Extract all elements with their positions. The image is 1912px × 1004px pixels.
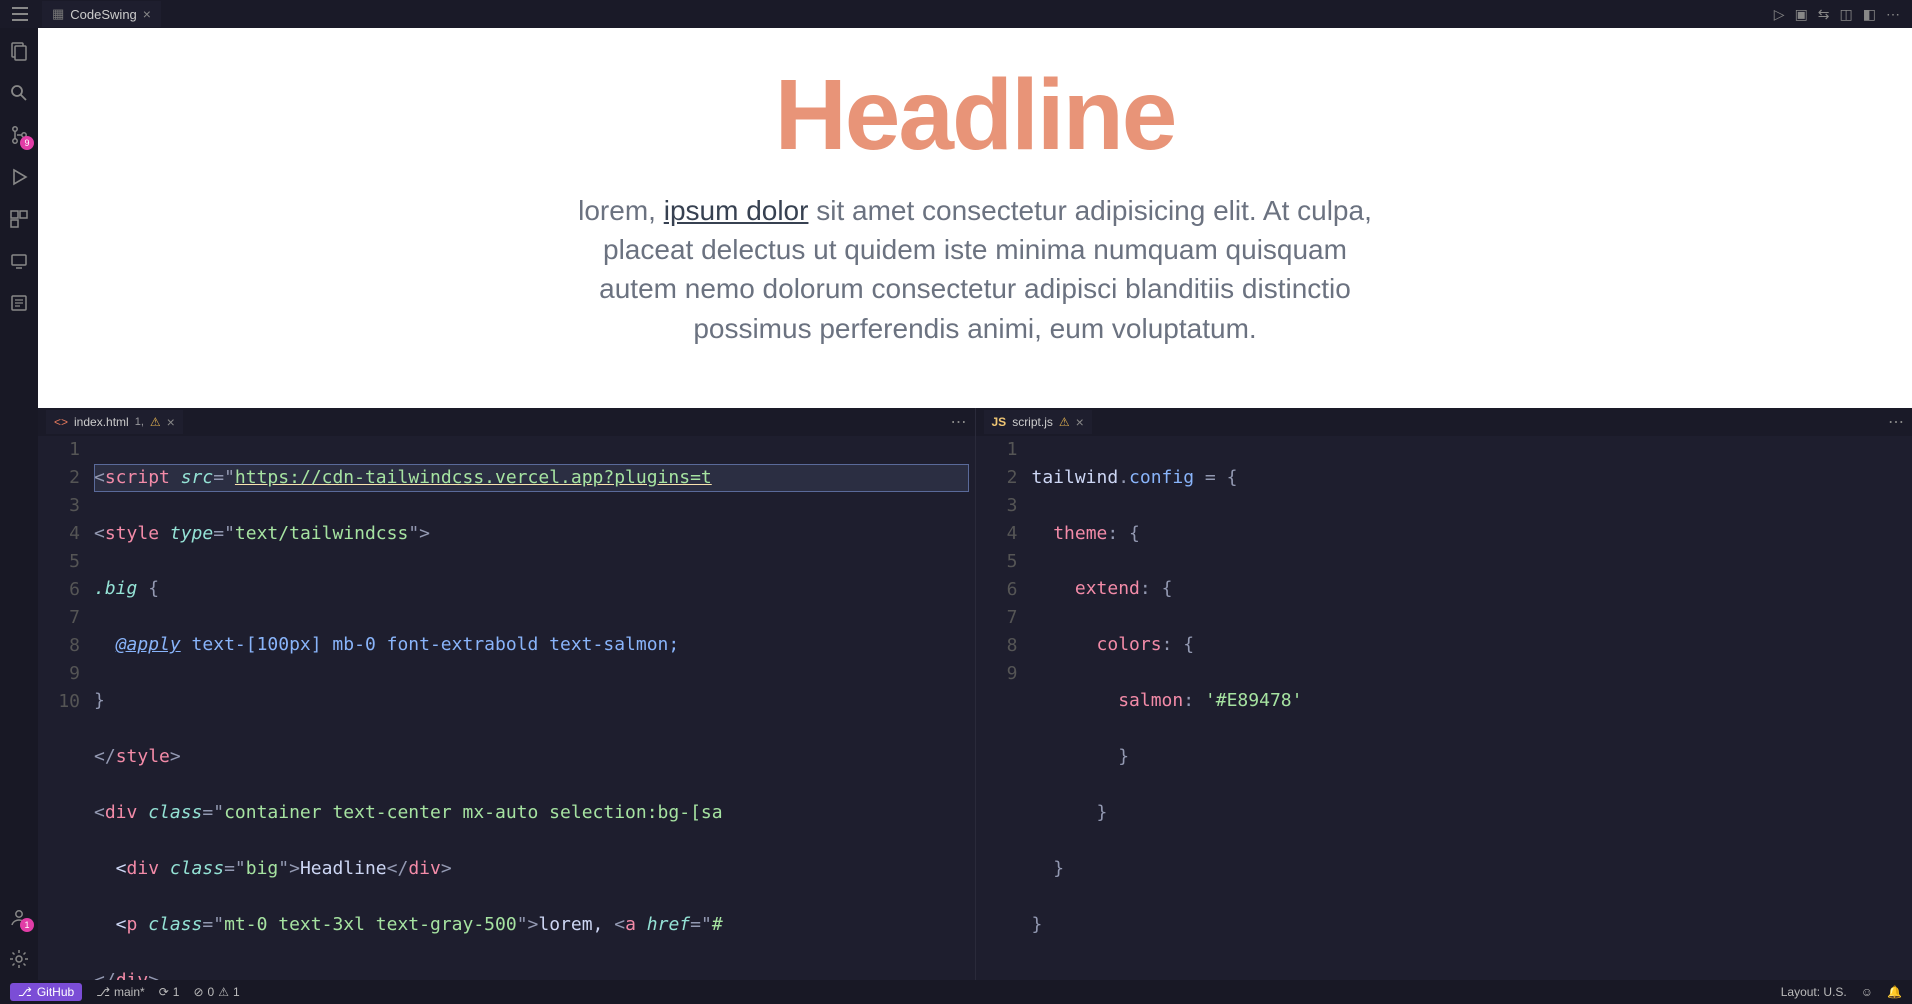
js-file-icon: JS [992,415,1007,429]
preview-link[interactable]: ipsum dolor [664,195,809,226]
status-bar: ⎇ GitHub ⎇ main* ⟳ 1 ⊘ 0 ⚠ 1 Layout: U.S… [0,980,1912,1004]
run-debug-icon[interactable] [8,166,30,188]
search-icon[interactable] [8,82,30,104]
tab-label: script.js [1012,415,1053,429]
gutter: 1 2 3 4 5 6 7 8 9 [976,436,1032,980]
panel-icon[interactable]: ▣ [1795,6,1808,23]
explorer-icon[interactable] [8,40,30,62]
close-icon[interactable]: × [1076,414,1084,430]
scm-badge: 9 [20,136,34,150]
branch-glyph-icon: ⎇ [18,985,32,999]
sync-status[interactable]: ⟳ 1 [159,985,180,999]
sync-count: 1 [173,985,180,999]
preview-paragraph: lorem, ipsum dolor sit amet consectetur … [565,191,1385,348]
tab-label: index.html [74,415,129,429]
layout-label: Layout: U.S. [1781,985,1847,999]
editor-right[interactable]: 1 2 3 4 5 6 7 8 9 tailwind.config = { th… [976,436,1912,980]
dirty-indicator-icon: ⚠ [1059,415,1070,429]
warning-icon: ⚠ [218,985,229,999]
tab-label: CodeSwing [70,7,137,22]
settings-gear-icon[interactable] [8,948,30,970]
accounts-icon[interactable]: 1 [8,906,30,928]
preview-pane: Headline lorem, ipsum dolor sit amet con… [38,28,1912,408]
github-label: GitHub [37,985,74,999]
error-icon: ⊘ [193,985,203,999]
editor-more-icon[interactable]: ⋯ [1888,412,1904,432]
bell-icon[interactable]: 🔔 [1887,985,1902,999]
run-icon[interactable]: ▷ [1774,6,1785,23]
library-icon[interactable]: ◫ [1840,6,1853,23]
extensions-icon[interactable] [8,208,30,230]
more-icon[interactable]: ⋯ [1886,6,1900,23]
warnings-count: 1 [233,985,240,999]
keyboard-layout[interactable]: Layout: U.S. [1781,985,1847,999]
close-icon[interactable]: × [167,414,175,430]
tab-problems-count: 1, [135,416,144,428]
preview-icon: ▦ [52,6,64,22]
tab-script-js[interactable]: JS script.js ⚠ × [984,410,1092,434]
preview-text-pre: lorem, [578,195,664,226]
editor-left[interactable]: 1 2 3 4 5 6 7 8 9 10 <script src="https:… [38,436,975,980]
layout-icon[interactable]: ◧ [1863,6,1876,23]
dirty-indicator-icon: ⚠ [150,415,161,429]
tab-index-html[interactable]: <> index.html 1, ⚠ × [46,410,183,434]
compare-icon[interactable]: ⇆ [1818,6,1830,23]
accounts-badge: 1 [20,918,34,932]
activity-bar: 9 1 [0,28,38,980]
problems-status[interactable]: ⊘ 0 ⚠ 1 [193,985,239,999]
app-menu-button[interactable] [10,4,30,24]
tab-codeswing[interactable]: ▦ CodeSwing × [42,1,161,27]
html-file-icon: <> [54,415,68,429]
editor-more-icon[interactable]: ⋯ [951,412,967,432]
source-control-icon[interactable]: 9 [8,124,30,146]
close-icon[interactable]: × [143,6,151,22]
remote-icon[interactable] [8,250,30,272]
github-status[interactable]: ⎇ GitHub [10,983,82,1001]
branch-status[interactable]: ⎇ main* [96,985,145,999]
code-area[interactable]: <script src="https://cdn-tailwindcss.ver… [94,436,975,980]
feedback-icon[interactable]: ☺ [1861,985,1873,999]
branch-icon: ⎇ [96,985,110,999]
sync-icon: ⟳ [159,985,169,999]
errors-count: 0 [208,985,215,999]
preview-headline: Headline [78,58,1872,173]
gutter: 1 2 3 4 5 6 7 8 9 10 [38,436,94,980]
branch-name: main* [114,985,145,999]
outline-icon[interactable] [8,292,30,314]
code-area[interactable]: tailwind.config = { theme: { extend: { c… [1032,436,1912,980]
